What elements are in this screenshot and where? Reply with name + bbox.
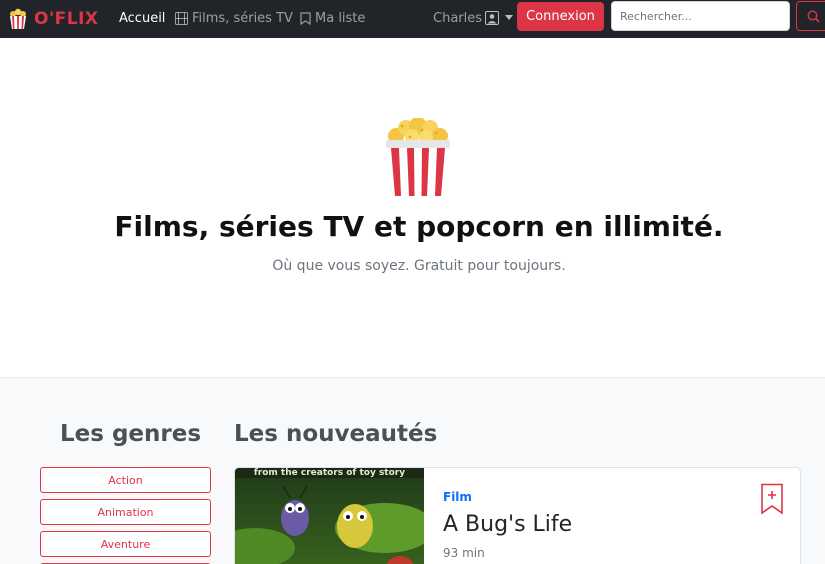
nav-link-movies[interactable]: Films, séries TV — [175, 8, 293, 28]
bookmark-icon — [300, 11, 311, 25]
genre-button-aventure[interactable]: Aventure — [40, 531, 211, 557]
hero-subtitle: Où que vous soyez. Gratuit pour toujours… — [272, 258, 566, 274]
nav-link-movies-label: Films, séries TV — [192, 10, 293, 26]
search-input[interactable] — [611, 1, 790, 31]
search-icon — [807, 9, 820, 23]
user-menu-toggle[interactable]: Charles — [433, 8, 514, 28]
poster-caption: from the creators of toy story — [253, 468, 406, 478]
nav-link-my-list-label: Ma liste — [315, 10, 366, 26]
nav-link-home-label: Accueil — [119, 10, 166, 26]
person-square-icon — [485, 11, 500, 25]
genres-title: Les genres — [60, 421, 202, 447]
genre-button-action[interactable]: Action — [40, 467, 211, 493]
brand-link[interactable]: O'FLIX — [8, 6, 99, 32]
poster-artwork — [235, 468, 424, 564]
user-name: Charles — [433, 10, 483, 26]
hero-title: Films, séries TV et popcorn en illimité. — [114, 210, 724, 243]
login-button[interactable]: Connexion — [517, 2, 604, 31]
content-section: Les genres Les nouveautés Action Animati… — [0, 377, 825, 564]
movie-duration: 93 min — [443, 546, 485, 560]
brand-name: O'FLIX — [34, 9, 99, 29]
popcorn-icon — [386, 118, 450, 196]
nav-link-my-list[interactable]: Ma liste — [300, 8, 365, 28]
movie-type-label: Film — [443, 490, 472, 504]
search-button[interactable] — [796, 1, 825, 31]
genre-button-animation[interactable]: Animation — [40, 499, 211, 525]
bookmark-plus-icon[interactable] — [760, 483, 784, 515]
nav-link-home[interactable]: Accueil — [119, 8, 165, 28]
navbar: O'FLIX Accueil Films, séries TV Ma liste… — [0, 0, 825, 38]
movie-card: from the creators of toy story Film A Bu… — [234, 467, 801, 564]
caret-down-icon — [505, 15, 514, 20]
movie-title[interactable]: A Bug's Life — [443, 512, 572, 537]
latest-title: Les nouveautés — [234, 421, 438, 447]
popcorn-logo-icon — [10, 8, 26, 29]
film-icon — [175, 11, 188, 25]
movie-poster[interactable]: from the creators of toy story — [235, 468, 424, 564]
hero-section: Films, séries TV et popcorn en illimité.… — [0, 38, 825, 378]
